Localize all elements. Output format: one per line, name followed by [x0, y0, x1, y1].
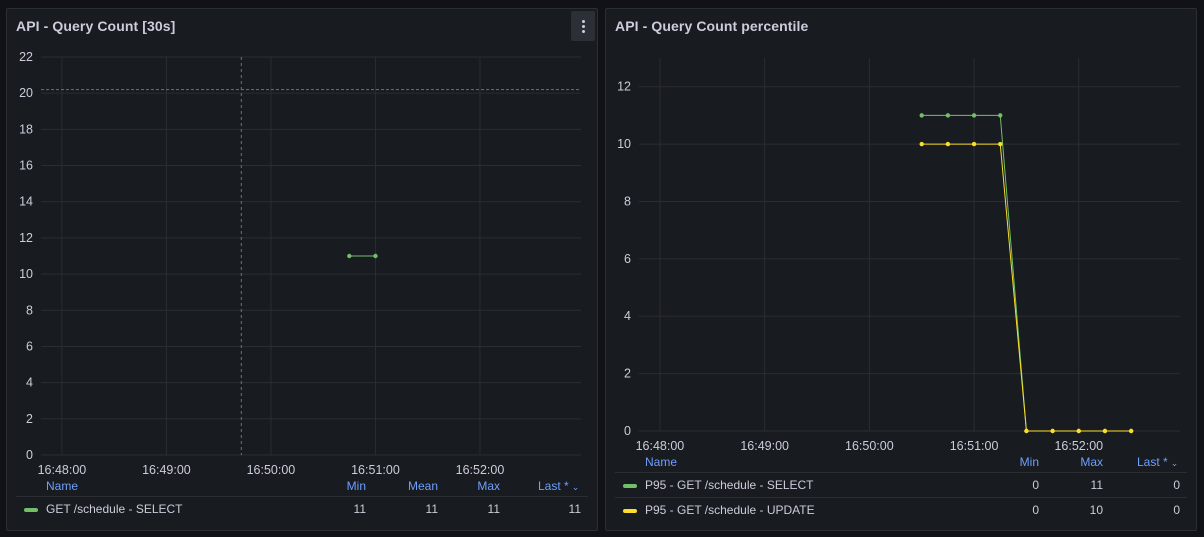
y-tick-label: 18 — [19, 122, 33, 136]
y-tick-label: 4 — [624, 309, 631, 323]
data-point — [347, 253, 352, 259]
data-point — [971, 113, 977, 118]
y-tick-label: 0 — [624, 424, 631, 438]
series-line — [921, 114, 1132, 432]
y-tick-label: 0 — [26, 448, 33, 462]
legend-header: Name Min Max Last * ⌄ — [615, 453, 1187, 472]
legend-col-last[interactable]: Last * ⌄ — [538, 479, 579, 493]
x-tick-label: 16:48:00 — [38, 463, 87, 477]
y-tick-label: 2 — [624, 367, 631, 381]
x-tick-label: 16:51:00 — [351, 463, 400, 477]
x-tick-label: 16:50:00 — [845, 439, 894, 453]
time-series-chart[interactable]: 0 2 4 6 8 10 12 14 16 18 20 22 16:48:00 16:49:00 16:50… — [7, 9, 599, 484]
data-point — [1102, 428, 1108, 434]
legend-col-max[interactable]: Max — [1065, 455, 1103, 469]
y-tick-label: 10 — [617, 137, 631, 151]
data-point — [1128, 428, 1134, 434]
legend-min-value: 0 — [1032, 478, 1039, 492]
x-tick-label: 16:49:00 — [740, 439, 789, 453]
data-point — [1050, 428, 1055, 434]
series-color-swatch — [623, 484, 637, 488]
x-tick-label: 16:50:00 — [247, 463, 296, 477]
panel-query-count[interactable]: API - Query Count [30s] 0 2 4 6 8 10 12 14 16 18 2… — [6, 8, 598, 531]
y-tick-label: 12 — [19, 231, 33, 245]
x-tick-label: 16:48:00 — [636, 439, 685, 453]
legend-max-value: 11 — [487, 502, 500, 516]
legend-header: Name Min Mean Max Last * ⌄ — [16, 477, 588, 496]
legend-min-value: 0 — [1032, 503, 1039, 517]
y-tick-label: 20 — [19, 86, 33, 100]
legend-last-value: 11 — [568, 502, 581, 516]
panel-query-count-percentile[interactable]: API - Query Count percentile 0 2 4 6 8 10 12 16… — [605, 8, 1197, 531]
data-point — [373, 253, 378, 259]
y-tick-label: 8 — [624, 194, 631, 208]
series-color-swatch — [623, 509, 637, 513]
data-point — [945, 141, 951, 147]
legend-series-name: P95 - GET /schedule - UPDATE — [645, 503, 815, 517]
y-tick-label: 22 — [19, 50, 33, 64]
legend-row[interactable]: GET /schedule - SELECT 11 11 11 11 — [16, 496, 588, 521]
legend-col-min[interactable]: Min — [336, 479, 366, 493]
data-point — [945, 113, 951, 118]
legend-row[interactable]: P95 - GET /schedule - UPDATE 0 10 0 — [615, 497, 1187, 522]
legend-table: Name Min Max Last * ⌄ P95 - GET /schedule… — [615, 453, 1187, 522]
legend-col-last[interactable]: Last * ⌄ — [1137, 455, 1178, 469]
y-tick-label: 16 — [19, 159, 33, 173]
y-tick-label: 14 — [19, 195, 33, 209]
data-point — [1076, 428, 1081, 434]
y-tick-label: 6 — [26, 339, 33, 353]
legend-series-name: GET /schedule - SELECT — [46, 502, 183, 516]
x-tick-label: 16:52:00 — [1054, 439, 1103, 453]
y-tick-label: 10 — [19, 267, 33, 281]
legend-last-value: 0 — [1173, 478, 1180, 492]
legend-col-name[interactable]: Name — [46, 479, 78, 493]
legend-table: Name Min Mean Max Last * ⌄ GET /schedule … — [16, 477, 588, 521]
x-tick-label: 16:49:00 — [142, 463, 191, 477]
data-point — [998, 141, 1003, 147]
legend-mean-value: 11 — [425, 502, 438, 516]
legend-series-name: P95 - GET /schedule - SELECT — [645, 478, 814, 492]
data-point — [919, 141, 924, 147]
x-tick-label: 16:52:00 — [456, 463, 505, 477]
y-tick-label: 2 — [26, 412, 33, 426]
y-tick-label: 4 — [26, 376, 33, 390]
series-line — [921, 143, 1132, 432]
chevron-down-icon: ⌄ — [1170, 458, 1179, 468]
legend-col-name[interactable]: Name — [645, 455, 677, 469]
series-color-swatch — [24, 508, 38, 512]
x-tick-label: 16:51:00 — [950, 439, 999, 453]
legend-col-min[interactable]: Min — [1005, 455, 1039, 469]
time-series-chart[interactable]: 0 2 4 6 8 10 12 16:48:00 16:49:00 16:50:00 16:51:0… — [606, 9, 1198, 464]
chevron-down-icon: ⌄ — [571, 482, 580, 492]
legend-last-value: 0 — [1173, 503, 1180, 517]
legend-max-value: 10 — [1089, 503, 1103, 517]
legend-row[interactable]: P95 - GET /schedule - SELECT 0 11 0 — [615, 472, 1187, 497]
data-point — [971, 141, 977, 147]
y-tick-label: 8 — [26, 303, 33, 317]
data-point — [1024, 428, 1029, 434]
legend-col-max[interactable]: Max — [468, 479, 500, 493]
data-point — [919, 113, 924, 118]
legend-col-mean[interactable]: Mean — [396, 479, 438, 493]
legend-min-value: 11 — [353, 502, 366, 516]
legend-max-value: 11 — [1090, 478, 1103, 492]
y-tick-label: 6 — [624, 252, 631, 266]
y-tick-label: 12 — [617, 80, 631, 94]
data-point — [998, 113, 1003, 118]
